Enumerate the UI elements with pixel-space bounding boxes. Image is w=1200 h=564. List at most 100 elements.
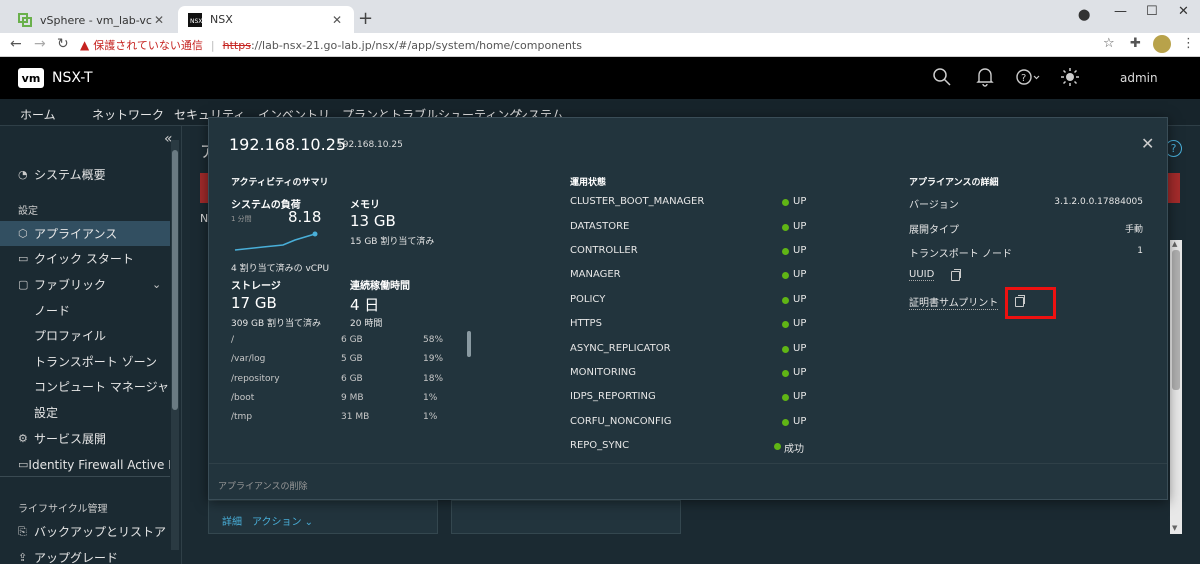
close-tab-icon[interactable]: ✕ [152, 13, 166, 27]
sidebar-item-transport-zones[interactable]: トランスポート ゾーン [0, 349, 170, 374]
profile-avatar[interactable] [1153, 35, 1171, 53]
browser-tab-nsx[interactable]: NSX NSX ✕ [178, 6, 354, 33]
nsx-favicon-icon: NSX [188, 12, 202, 27]
actions-link[interactable]: アクション ⌄ [252, 513, 313, 528]
service-status: UP [793, 318, 807, 329]
nav-home[interactable]: ホーム [20, 106, 56, 123]
service-name: CONTROLLER [570, 245, 638, 256]
help-menu-icon[interactable]: ? [1016, 67, 1042, 87]
disk-size: 31 MB [341, 412, 370, 422]
uptime-hours: 20 時間 [350, 319, 383, 329]
service-row: REPO_SYNC 成功 [570, 440, 850, 458]
browser-tab-vsphere[interactable]: vSphere - vm_lab-vc-02 - 仮想マ ✕ [8, 6, 176, 33]
maximize-icon[interactable]: ☐ [1146, 4, 1158, 19]
activity-header: アクティビティのサマリ [231, 178, 329, 188]
sidebar-scrollbar[interactable] [171, 140, 179, 550]
scroll-up-icon[interactable]: ▲ [1172, 240, 1177, 248]
sidebar-item-appliances[interactable]: ⬡ アプライアンス [0, 221, 170, 246]
sidebar-item-profiles[interactable]: プロファイル [0, 323, 170, 348]
window-close-icon[interactable]: ✕ [1178, 4, 1189, 19]
service-name: MANAGER [570, 269, 621, 280]
scrollbar-thumb[interactable] [1172, 250, 1180, 390]
service-name: MONITORING [570, 367, 637, 378]
sidebar-item-service-deploy[interactable]: ⚙ サービス展開 [0, 426, 170, 451]
service-row: HTTPS UP [570, 318, 850, 336]
service-row: MANAGER UP [570, 269, 850, 287]
status-dot [782, 272, 789, 279]
scroll-down-icon[interactable]: ▼ [1172, 524, 1177, 532]
close-tab-icon[interactable]: ✕ [330, 13, 344, 27]
sidebar-item-quickstart[interactable]: ▭ クイック スタート [0, 246, 170, 271]
deploy-type-value: 手動 [1124, 225, 1143, 235]
extensions-icon[interactable]: ✚ [1130, 36, 1141, 51]
uptime-days: 4 日 [350, 296, 380, 314]
url-field[interactable]: ▲ 保護されていない通信 | https ://lab-nsx-21.go-la… [80, 35, 1120, 55]
disk-pct: 1% [423, 412, 438, 422]
transport-node-value: 1 [1137, 246, 1143, 256]
deploy-type-label: 展開タイプ [909, 225, 959, 236]
service-status: UP [793, 221, 807, 232]
disk-pct: 19% [423, 354, 444, 364]
sidebar-item-compute-managers[interactable]: コンピュート マネージャ [0, 374, 170, 399]
copy-uuid-icon[interactable] [951, 269, 961, 281]
modal-divider [209, 463, 1167, 464]
forward-icon[interactable]: → [34, 36, 46, 52]
annotation-highlight-box [1005, 287, 1056, 319]
disk-path: /repository [231, 374, 280, 384]
details-link[interactable]: 詳細 [222, 513, 242, 528]
vcpu-count: 4 割り当て済みの vCPU [231, 264, 330, 274]
svg-text:NSX: NSX [190, 18, 202, 25]
bookmark-star-icon[interactable]: ☆ [1103, 36, 1115, 51]
disk-path: /tmp [231, 412, 253, 422]
sidebar-item-overview[interactable]: ◔ システム概要 [0, 162, 170, 187]
service-name: CLUSTER_BOOT_MANAGER [570, 196, 705, 207]
main-scrollbar[interactable]: ▲ ▼ [1170, 240, 1182, 534]
vsphere-favicon-icon [18, 12, 32, 27]
appliance-card [208, 500, 438, 534]
service-row: CORFU_NONCONFIG UP [570, 416, 850, 434]
service-status: UP [793, 196, 807, 207]
sidebar-item-backup[interactable]: ⎘ バックアップとリストア [0, 519, 170, 544]
storage-value: 17 GB [231, 294, 277, 312]
sidebar-item-nodes[interactable]: ノード [0, 298, 170, 323]
new-tab-icon[interactable]: + [358, 8, 373, 29]
disk-list-scrollbar[interactable] [467, 331, 471, 357]
service-row: CONTROLLER UP [570, 245, 850, 263]
browser-menu-icon[interactable]: ⋮ [1182, 36, 1195, 51]
tab-search-icon[interactable]: ⬤ [1078, 8, 1090, 21]
service-name: IDPS_REPORTING [570, 391, 656, 402]
service-name: ASYNC_REPLICATOR [570, 343, 671, 354]
minimize-icon[interactable]: — [1114, 4, 1127, 19]
sidebar-item-idfw[interactable]: ▭Identity Firewall Active D... [0, 452, 170, 477]
status-dot [782, 370, 789, 377]
page-tab[interactable]: N [200, 212, 208, 225]
bell-icon[interactable] [976, 67, 994, 87]
nav-networking[interactable]: ネットワーク [92, 106, 164, 123]
laptop-icon: ▭ [18, 252, 29, 265]
appliance-details-modal: 192.168.10.25 192.168.10.25 ✕ アクティビティのサマ… [208, 117, 1168, 500]
service-name: POLICY [570, 294, 606, 305]
scrollbar-thumb[interactable] [172, 150, 178, 410]
sidebar-item-fabric-settings[interactable]: 設定 [0, 400, 170, 425]
version-label: バージョン [909, 200, 959, 211]
close-icon[interactable]: ✕ [1141, 134, 1154, 153]
memory-value: 13 GB [350, 212, 396, 230]
uptime-label: 連続稼働時間 [350, 281, 410, 292]
delete-appliance-link[interactable]: アプライアンスの削除 [218, 479, 307, 492]
status-dot [782, 321, 789, 328]
details-header: アプライアンスの詳細 [909, 178, 999, 188]
search-icon[interactable] [932, 67, 952, 87]
service-status: UP [793, 416, 807, 427]
status-dot [782, 419, 789, 426]
service-status: UP [793, 367, 807, 378]
service-row: MONITORING UP [570, 367, 850, 385]
reload-icon[interactable]: ↻ [57, 36, 69, 52]
thumbprint-label: 証明書サムプリント [909, 294, 999, 310]
sidebar-item-upgrade[interactable]: ⇪ アップグレード [0, 545, 170, 564]
sidebar-item-fabric[interactable]: ▢ ファブリック ⌄ [0, 272, 170, 297]
user-menu[interactable]: admin [1120, 71, 1158, 85]
service-name: HTTPS [570, 318, 602, 329]
theme-sun-icon[interactable] [1060, 67, 1080, 87]
service-name: DATASTORE [570, 221, 630, 232]
back-icon[interactable]: ← [10, 36, 22, 52]
